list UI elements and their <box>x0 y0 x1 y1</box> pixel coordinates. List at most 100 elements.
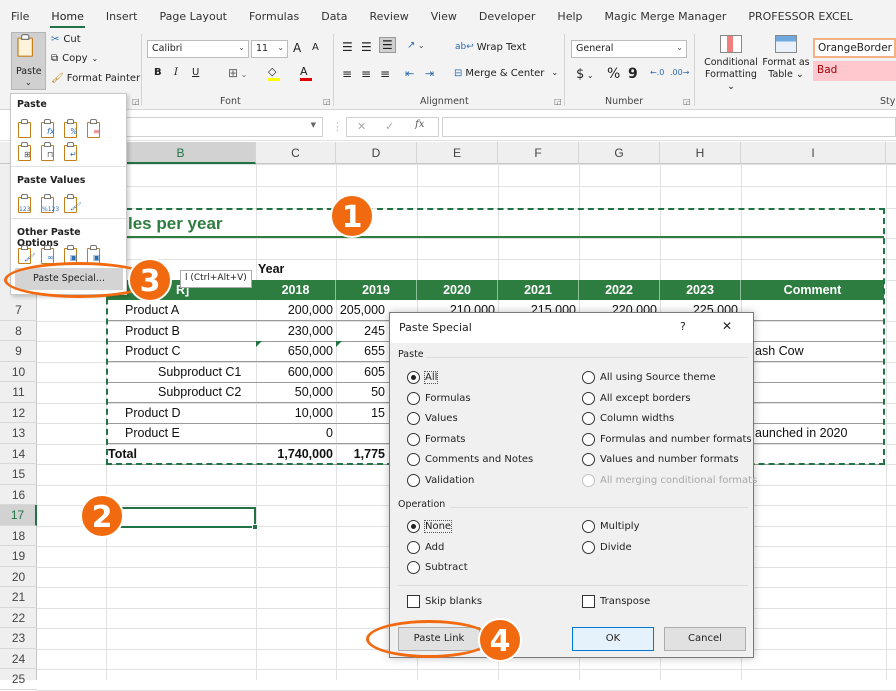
radio-formulas-and-number-formats[interactable]: Formulas and number formats <box>582 432 752 446</box>
fill-handle[interactable] <box>252 524 258 530</box>
paste-icon[interactable] <box>17 119 35 139</box>
radio-button[interactable] <box>407 371 420 384</box>
radio-button[interactable] <box>582 412 595 425</box>
checkbox[interactable] <box>407 595 420 608</box>
radio-column-widths[interactable]: Column widths <box>582 412 674 425</box>
radio-button[interactable] <box>407 391 420 405</box>
number-launcher-icon[interactable]: ◲ <box>683 97 691 106</box>
conditional-formatting-button[interactable]: Conditional Formatting ⌄ <box>701 35 761 93</box>
orientation-button[interactable]: ↗ ⌄ <box>407 40 425 51</box>
insert-function-icon[interactable]: fx <box>415 119 424 130</box>
column-header-e[interactable]: E <box>417 142 498 164</box>
font-name-dropdown[interactable]: Calibri ⌄ <box>147 40 249 58</box>
tab-formulas[interactable]: Formulas <box>238 0 310 30</box>
format-as-table-button[interactable]: Format as Table ⌄ <box>762 35 810 81</box>
radio-values-and-number-formats[interactable]: Values and number formats <box>582 453 739 466</box>
row-header-7[interactable]: 7 <box>0 300 37 321</box>
row-header-15[interactable]: 15 <box>0 464 37 485</box>
enter-icon[interactable]: ✓ <box>385 120 394 133</box>
radio-button[interactable] <box>582 453 595 466</box>
keep-source-formatting-icon[interactable]: ≡ <box>86 119 104 139</box>
font-launcher-icon[interactable]: ◲ <box>323 97 331 106</box>
align-right-button[interactable]: ≡ <box>380 67 390 81</box>
row-header-18[interactable]: 18 <box>0 526 37 546</box>
column-header-c[interactable]: C <box>256 142 336 164</box>
radio-button[interactable] <box>407 412 420 425</box>
format-painter-button[interactable]: 🖌 Format Painter <box>51 73 140 84</box>
tab-data[interactable]: Data <box>310 0 358 30</box>
radio-none[interactable]: None <box>407 520 453 533</box>
radio-button[interactable] <box>582 371 595 384</box>
paste-formulas-icon[interactable]: fx <box>40 119 58 139</box>
radio-button[interactable] <box>582 540 595 554</box>
paste-formulas-number-formatting-icon[interactable]: % <box>63 119 81 139</box>
radio-button[interactable] <box>582 391 595 405</box>
currency-button[interactable]: $ ⌄ <box>576 67 594 82</box>
row-header-17[interactable]: 17 <box>0 505 37 526</box>
values-source-formatting-icon[interactable]: 🖌 <box>63 194 81 214</box>
paste-button[interactable]: Paste ⌄ <box>11 32 46 90</box>
style-bad[interactable]: Bad <box>813 61 896 81</box>
alignment-launcher-icon[interactable]: ◲ <box>554 97 562 106</box>
skip-blanks-checkbox[interactable]: Skip blanks <box>407 595 482 608</box>
keep-column-widths-icon[interactable]: ⊓ <box>40 142 58 162</box>
row-header-13[interactable]: 13 <box>0 423 37 444</box>
comma-button[interactable]: 9 <box>628 66 638 82</box>
cancel-icon[interactable]: ✕ <box>357 120 366 133</box>
fill-color-button[interactable]: ◇ <box>268 65 280 81</box>
row-header-24[interactable]: 24 <box>0 649 37 669</box>
tab-review[interactable]: Review <box>358 0 419 30</box>
values-number-formatting-icon[interactable]: %123 <box>40 194 59 214</box>
radio-values[interactable]: Values <box>407 412 458 425</box>
cancel-button[interactable]: Cancel <box>664 627 746 651</box>
row-header-14[interactable]: 14 <box>0 444 37 464</box>
row-header-19[interactable]: 19 <box>0 546 37 567</box>
clipboard-launcher-icon[interactable]: ◲ <box>132 97 140 106</box>
column-header-d[interactable]: D <box>336 142 417 164</box>
row-header-12[interactable]: 12 <box>0 403 37 423</box>
row-header-21[interactable]: 21 <box>0 587 37 608</box>
radio-button[interactable] <box>407 520 420 533</box>
column-header-f[interactable]: F <box>498 142 579 164</box>
bottom-align-button[interactable]: ☰ <box>379 37 396 53</box>
copy-button[interactable]: ⧉ Copy ⌄ <box>51 53 98 64</box>
checkbox[interactable] <box>582 595 595 608</box>
tab-view[interactable]: View <box>420 0 468 30</box>
radio-button[interactable] <box>582 520 595 533</box>
radio-button[interactable] <box>407 453 420 466</box>
tab-home[interactable]: Home <box>40 0 94 30</box>
column-header-g[interactable]: G <box>579 142 660 164</box>
radio-add[interactable]: Add <box>407 540 444 554</box>
font-size-dropdown[interactable]: 11 ⌄ <box>251 40 288 58</box>
wrap-text-button[interactable]: ab↩ Wrap Text <box>455 42 526 53</box>
number-format-dropdown[interactable]: General ⌄ <box>571 40 687 58</box>
transpose-checkbox[interactable]: Transpose <box>582 595 650 608</box>
decrease-font-size-button[interactable]: A <box>312 42 319 53</box>
radio-comments-and-notes[interactable]: Comments and Notes <box>407 453 533 466</box>
increase-font-size-button[interactable]: A <box>293 41 301 55</box>
column-header-i[interactable]: I <box>741 142 886 164</box>
radio-all-using-source-theme[interactable]: All using Source theme <box>582 371 716 384</box>
increase-decimal-button[interactable]: ←.0 <box>650 68 664 77</box>
row-header-23[interactable]: 23 <box>0 628 37 649</box>
tab-page-layout[interactable]: Page Layout <box>148 0 238 30</box>
cut-button[interactable]: ✂ Cut <box>51 34 81 45</box>
row-header-22[interactable]: 22 <box>0 608 37 628</box>
percent-button[interactable]: % <box>607 66 620 82</box>
help-button[interactable]: ? <box>680 320 686 333</box>
decrease-decimal-button[interactable]: .00→ <box>670 68 689 77</box>
merge-center-button[interactable]: ⊟ Merge & Center ⌄ <box>454 68 558 79</box>
radio-validation[interactable]: Validation <box>407 473 474 487</box>
radio-all-except-borders[interactable]: All except borders <box>582 391 691 405</box>
tab-insert[interactable]: Insert <box>95 0 149 30</box>
row-header-16[interactable]: 16 <box>0 485 37 505</box>
borders-button[interactable]: ⊞ ⌄ <box>228 66 247 80</box>
name-box[interactable]: ▼ <box>126 117 323 137</box>
radio-button[interactable] <box>582 432 595 446</box>
formula-input[interactable] <box>442 117 896 137</box>
decrease-indent-button[interactable]: ⇤ <box>405 67 414 80</box>
radio-divide[interactable]: Divide <box>582 540 632 554</box>
ok-button[interactable]: OK <box>572 627 654 651</box>
row-header-8[interactable]: 8 <box>0 321 37 341</box>
row-header-11[interactable]: 11 <box>0 382 37 403</box>
